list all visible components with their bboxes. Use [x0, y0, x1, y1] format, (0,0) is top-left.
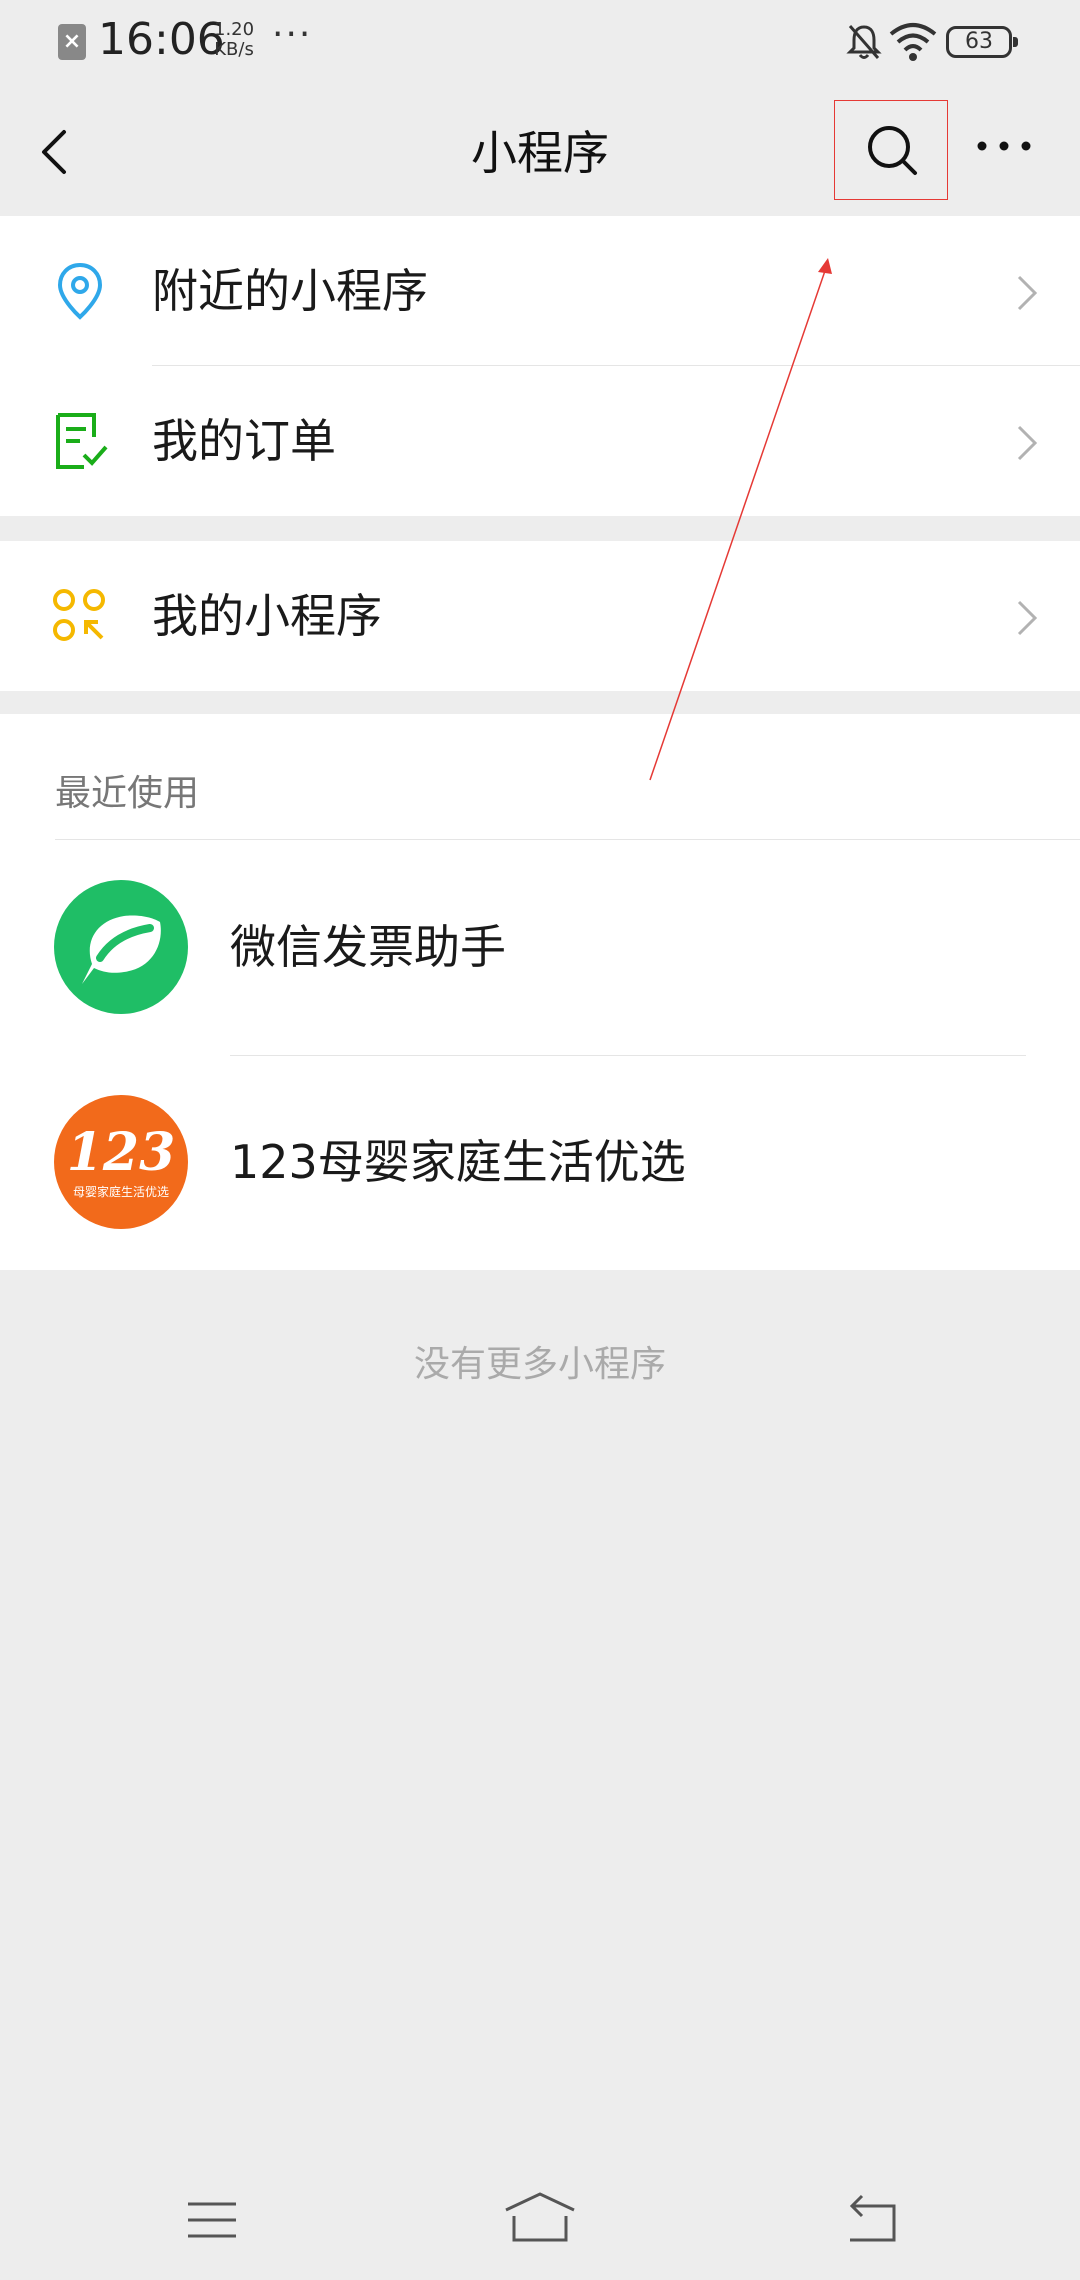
search-icon — [868, 126, 917, 175]
chevron-right-icon — [1017, 425, 1038, 461]
menu-item-label: 附近的小程序 — [152, 264, 428, 318]
wifi-icon — [889, 23, 937, 61]
search-button[interactable] — [834, 100, 948, 200]
network-speed-value: 1.20 — [214, 19, 255, 40]
menu-item-nearby[interactable]: 附近的小程序 — [0, 216, 1080, 366]
order-check-icon — [56, 413, 108, 469]
recent-item-name: 123母婴家庭生活优选 — [230, 1135, 686, 1189]
menu-item-my-miniprograms[interactable]: 我的小程序 — [0, 541, 1080, 691]
recent-item-name: 微信发票助手 — [230, 920, 506, 974]
network-speed: 1.20 KB/s — [214, 20, 254, 60]
status-time: 16:06 — [98, 14, 225, 65]
avatar — [54, 880, 188, 1014]
battery-indicator: 63 — [946, 26, 1018, 58]
menu-icon[interactable] — [182, 2190, 242, 2250]
menu-card-mine: 我的小程序 — [0, 541, 1080, 691]
network-speed-unit: KB/s — [214, 39, 254, 60]
invoice-assistant-logo-icon — [82, 915, 161, 984]
chevron-right-icon — [1017, 600, 1038, 636]
system-nav-bar — [0, 2160, 1080, 2280]
menu-item-label: 我的小程序 — [152, 589, 382, 643]
logo-subtext: 母婴家庭生活优选 — [72, 1185, 169, 1199]
recent-item-123-baby[interactable]: 123 母婴家庭生活优选 123母婴家庭生活优选 — [0, 1055, 1080, 1270]
menu-item-label: 我的订单 — [152, 414, 336, 468]
no-sim-icon: × — [58, 24, 86, 60]
bell-muted-icon — [846, 25, 882, 59]
my-miniprogram-icon — [53, 589, 105, 641]
recent-section-label: 最近使用 — [55, 773, 200, 814]
recent-section: 最近使用 微信发票助手 123 母婴家庭生活优选 123母婴家庭生活优选 — [0, 714, 1080, 1270]
menu-card-top: 附近的小程序 我的订单 — [0, 216, 1080, 516]
chevron-right-icon — [1017, 275, 1038, 311]
back-nav-icon[interactable] — [842, 2190, 902, 2250]
avatar: 123 母婴家庭生活优选 — [54, 1095, 188, 1229]
nav-bar: 小程序 — [0, 90, 1080, 216]
more-icon[interactable] — [974, 126, 1034, 166]
recent-item-invoice-assistant[interactable]: 微信发票助手 — [0, 840, 1080, 1055]
status-more-dots: ··· — [272, 14, 313, 55]
logo-text: 123 — [66, 1122, 176, 1183]
location-pin-icon — [57, 262, 103, 320]
no-more-note: 没有更多小程序 — [413, 1344, 666, 1385]
home-icon[interactable] — [502, 2190, 578, 2250]
status-bar: × 16:06 1.20 KB/s ··· 63 — [0, 0, 1080, 90]
menu-item-orders[interactable]: 我的订单 — [0, 366, 1080, 516]
